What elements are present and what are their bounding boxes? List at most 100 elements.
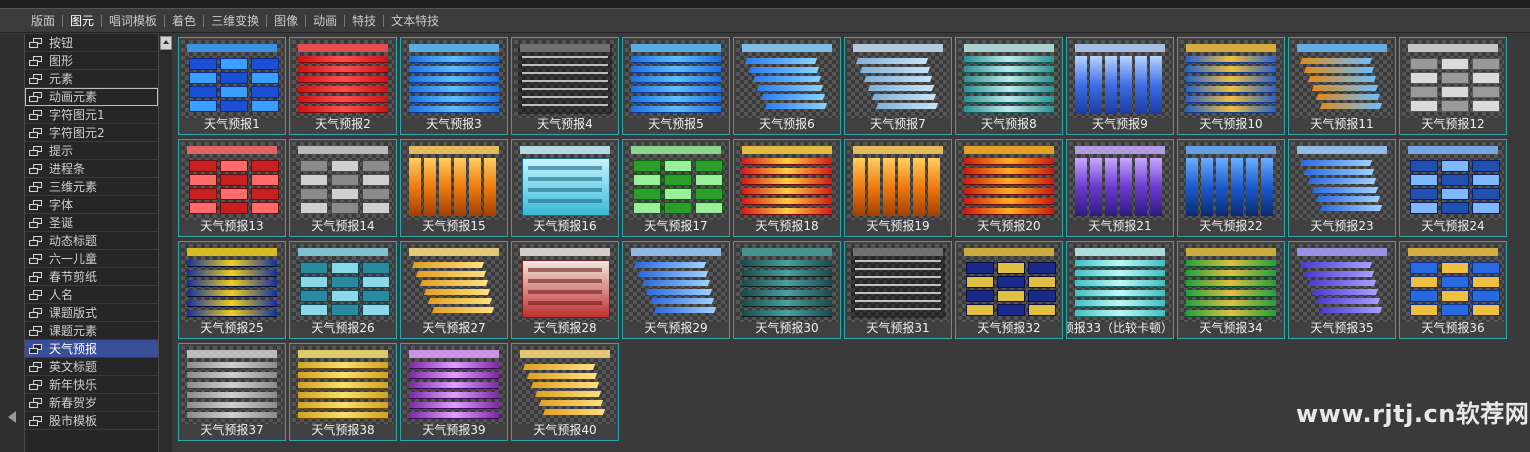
sidebar-item-20[interactable]: 新春贺岁 <box>25 394 158 412</box>
template-tile[interactable]: 天气预报1 <box>178 37 286 135</box>
scroll-up-arrow-icon[interactable] <box>160 36 172 50</box>
folder-stack-icon <box>29 127 43 139</box>
template-tile[interactable]: 天气预报15 <box>400 139 508 237</box>
template-tile[interactable]: 天气预报32 <box>955 241 1063 339</box>
template-tile[interactable]: 天气预报6 <box>733 37 841 135</box>
sidebar-item-19[interactable]: 新年快乐 <box>25 376 158 394</box>
template-thumbnail <box>1069 244 1171 322</box>
template-tile[interactable]: 天气预报30 <box>733 241 841 339</box>
template-tile[interactable]: 天气预报19 <box>844 139 952 237</box>
sidebar-item-18[interactable]: 英文标题 <box>25 358 158 376</box>
template-tile[interactable]: 天气预报33（比较卡顿） <box>1066 241 1174 339</box>
sidebar-item-label: 字符图元1 <box>49 108 105 122</box>
sidebar-item-15[interactable]: 课题版式 <box>25 304 158 322</box>
template-tile[interactable]: 天气预报7 <box>844 37 952 135</box>
template-tile[interactable]: 天气预报4 <box>511 37 619 135</box>
template-label: 天气预报39 <box>422 423 486 437</box>
template-thumbnail <box>514 346 616 424</box>
folder-stack-icon <box>29 271 43 283</box>
tab-6[interactable]: 动画 <box>306 9 344 33</box>
sidebar-item-label: 图形 <box>49 54 74 68</box>
template-tile[interactable]: 天气预报5 <box>622 37 730 135</box>
sidebar-item-6[interactable]: 提示 <box>25 142 158 160</box>
sidebar-item-12[interactable]: 六一儿童 <box>25 250 158 268</box>
template-tile[interactable]: 天气预报9 <box>1066 37 1174 135</box>
tab-5[interactable]: 图像 <box>267 9 305 33</box>
collapse-panel-arrow-icon[interactable] <box>8 411 16 423</box>
template-thumbnail <box>847 142 949 220</box>
template-thumbnail <box>514 142 616 220</box>
template-tile[interactable]: 天气预报22 <box>1177 139 1285 237</box>
template-tile[interactable]: 天气预报38 <box>289 343 397 441</box>
template-thumbnail <box>1180 40 1282 118</box>
sidebar-item-label: 进程条 <box>49 162 86 176</box>
template-label: 天气预报22 <box>1199 219 1263 233</box>
template-label: 天气预报40 <box>533 423 597 437</box>
template-label: 天气预报16 <box>533 219 597 233</box>
sidebar-item-4[interactable]: 字符图元1 <box>25 106 158 124</box>
template-thumbnail <box>1291 244 1393 322</box>
template-tile[interactable]: 天气预报31 <box>844 241 952 339</box>
sidebar-item-8[interactable]: 三维元素 <box>25 178 158 196</box>
template-tile[interactable]: 天气预报26 <box>289 241 397 339</box>
template-tile[interactable]: 天气预报14 <box>289 139 397 237</box>
template-tile[interactable]: 天气预报29 <box>622 241 730 339</box>
template-tile[interactable]: 天气预报3 <box>400 37 508 135</box>
tab-4[interactable]: 三维变换 <box>204 9 266 33</box>
template-tile[interactable]: 天气预报25 <box>178 241 286 339</box>
template-thumbnail <box>1180 142 1282 220</box>
sidebar-item-7[interactable]: 进程条 <box>25 160 158 178</box>
template-thumbnail <box>1180 244 1282 322</box>
sidebar-item-10[interactable]: 圣诞 <box>25 214 158 232</box>
template-thumbnail <box>403 40 505 118</box>
sidebar-item-5[interactable]: 字符图元2 <box>25 124 158 142</box>
template-tile[interactable]: 天气预报11 <box>1288 37 1396 135</box>
sidebar-item-0[interactable]: 按钮 <box>25 34 158 52</box>
category-list: 按钮图形元素 动画元素字符图元1 字符图元2 提示进程条三维元素 字体 圣诞 动态标题 六一儿… <box>24 34 158 452</box>
template-tile[interactable]: 天气预报13 <box>178 139 286 237</box>
sidebar-item-9[interactable]: 字体 <box>25 196 158 214</box>
template-tile[interactable]: 天气预报20 <box>955 139 1063 237</box>
sidebar-item-11[interactable]: 动态标题 <box>25 232 158 250</box>
template-label: 天气预报11 <box>1310 117 1374 131</box>
template-label: 天气预报24 <box>1421 219 1485 233</box>
template-thumbnail <box>736 142 838 220</box>
tab-0[interactable]: 版面 <box>24 9 62 33</box>
category-list-scrollbar[interactable] <box>158 34 172 452</box>
sidebar-item-3[interactable]: 动画元素 <box>25 88 158 106</box>
sidebar-item-13[interactable]: 春节剪纸 <box>25 268 158 286</box>
template-tile[interactable]: 天气预报37 <box>178 343 286 441</box>
sidebar-item-label: 英文标题 <box>49 360 98 374</box>
tab-7[interactable]: 特技 <box>345 9 383 33</box>
template-tile[interactable]: 天气预报24 <box>1399 139 1507 237</box>
template-label: 天气预报33（比较卡顿） <box>1067 321 1173 335</box>
template-thumbnail <box>181 40 283 118</box>
template-tile[interactable]: 天气预报34 <box>1177 241 1285 339</box>
template-tile[interactable]: 天气预报18 <box>733 139 841 237</box>
sidebar-item-1[interactable]: 图形 <box>25 52 158 70</box>
template-tile[interactable]: 天气预报2 <box>289 37 397 135</box>
template-tile[interactable]: 天气预报36 <box>1399 241 1507 339</box>
sidebar-item-21[interactable]: 股市模板 <box>25 412 158 430</box>
template-tile[interactable]: 天气预报17 <box>622 139 730 237</box>
template-tile[interactable]: 天气预报40 <box>511 343 619 441</box>
tab-3[interactable]: 着色 <box>165 9 203 33</box>
sidebar-item-16[interactable]: 课题元素 <box>25 322 158 340</box>
template-tile[interactable]: 天气预报8 <box>955 37 1063 135</box>
template-tile[interactable]: 天气预报27 <box>400 241 508 339</box>
template-label: 天气预报10 <box>1199 117 1263 131</box>
tab-1[interactable]: 图元 <box>63 9 101 33</box>
tab-8[interactable]: 文本特技 <box>384 9 446 33</box>
sidebar-item-2[interactable]: 元素 <box>25 70 158 88</box>
sidebar-item-14[interactable]: 人名 <box>25 286 158 304</box>
template-tile[interactable]: 天气预报23 <box>1288 139 1396 237</box>
template-tile[interactable]: 天气预报10 <box>1177 37 1285 135</box>
template-tile[interactable]: 天气预报16 <box>511 139 619 237</box>
template-tile[interactable]: 天气预报39 <box>400 343 508 441</box>
sidebar-item-17[interactable]: 天气预报 <box>25 340 158 358</box>
tab-2[interactable]: 唱词模板 <box>102 9 164 33</box>
template-tile[interactable]: 天气预报12 <box>1399 37 1507 135</box>
template-tile[interactable]: 天气预报35 <box>1288 241 1396 339</box>
template-tile[interactable]: 天气预报28 <box>511 241 619 339</box>
template-tile[interactable]: 天气预报21 <box>1066 139 1174 237</box>
